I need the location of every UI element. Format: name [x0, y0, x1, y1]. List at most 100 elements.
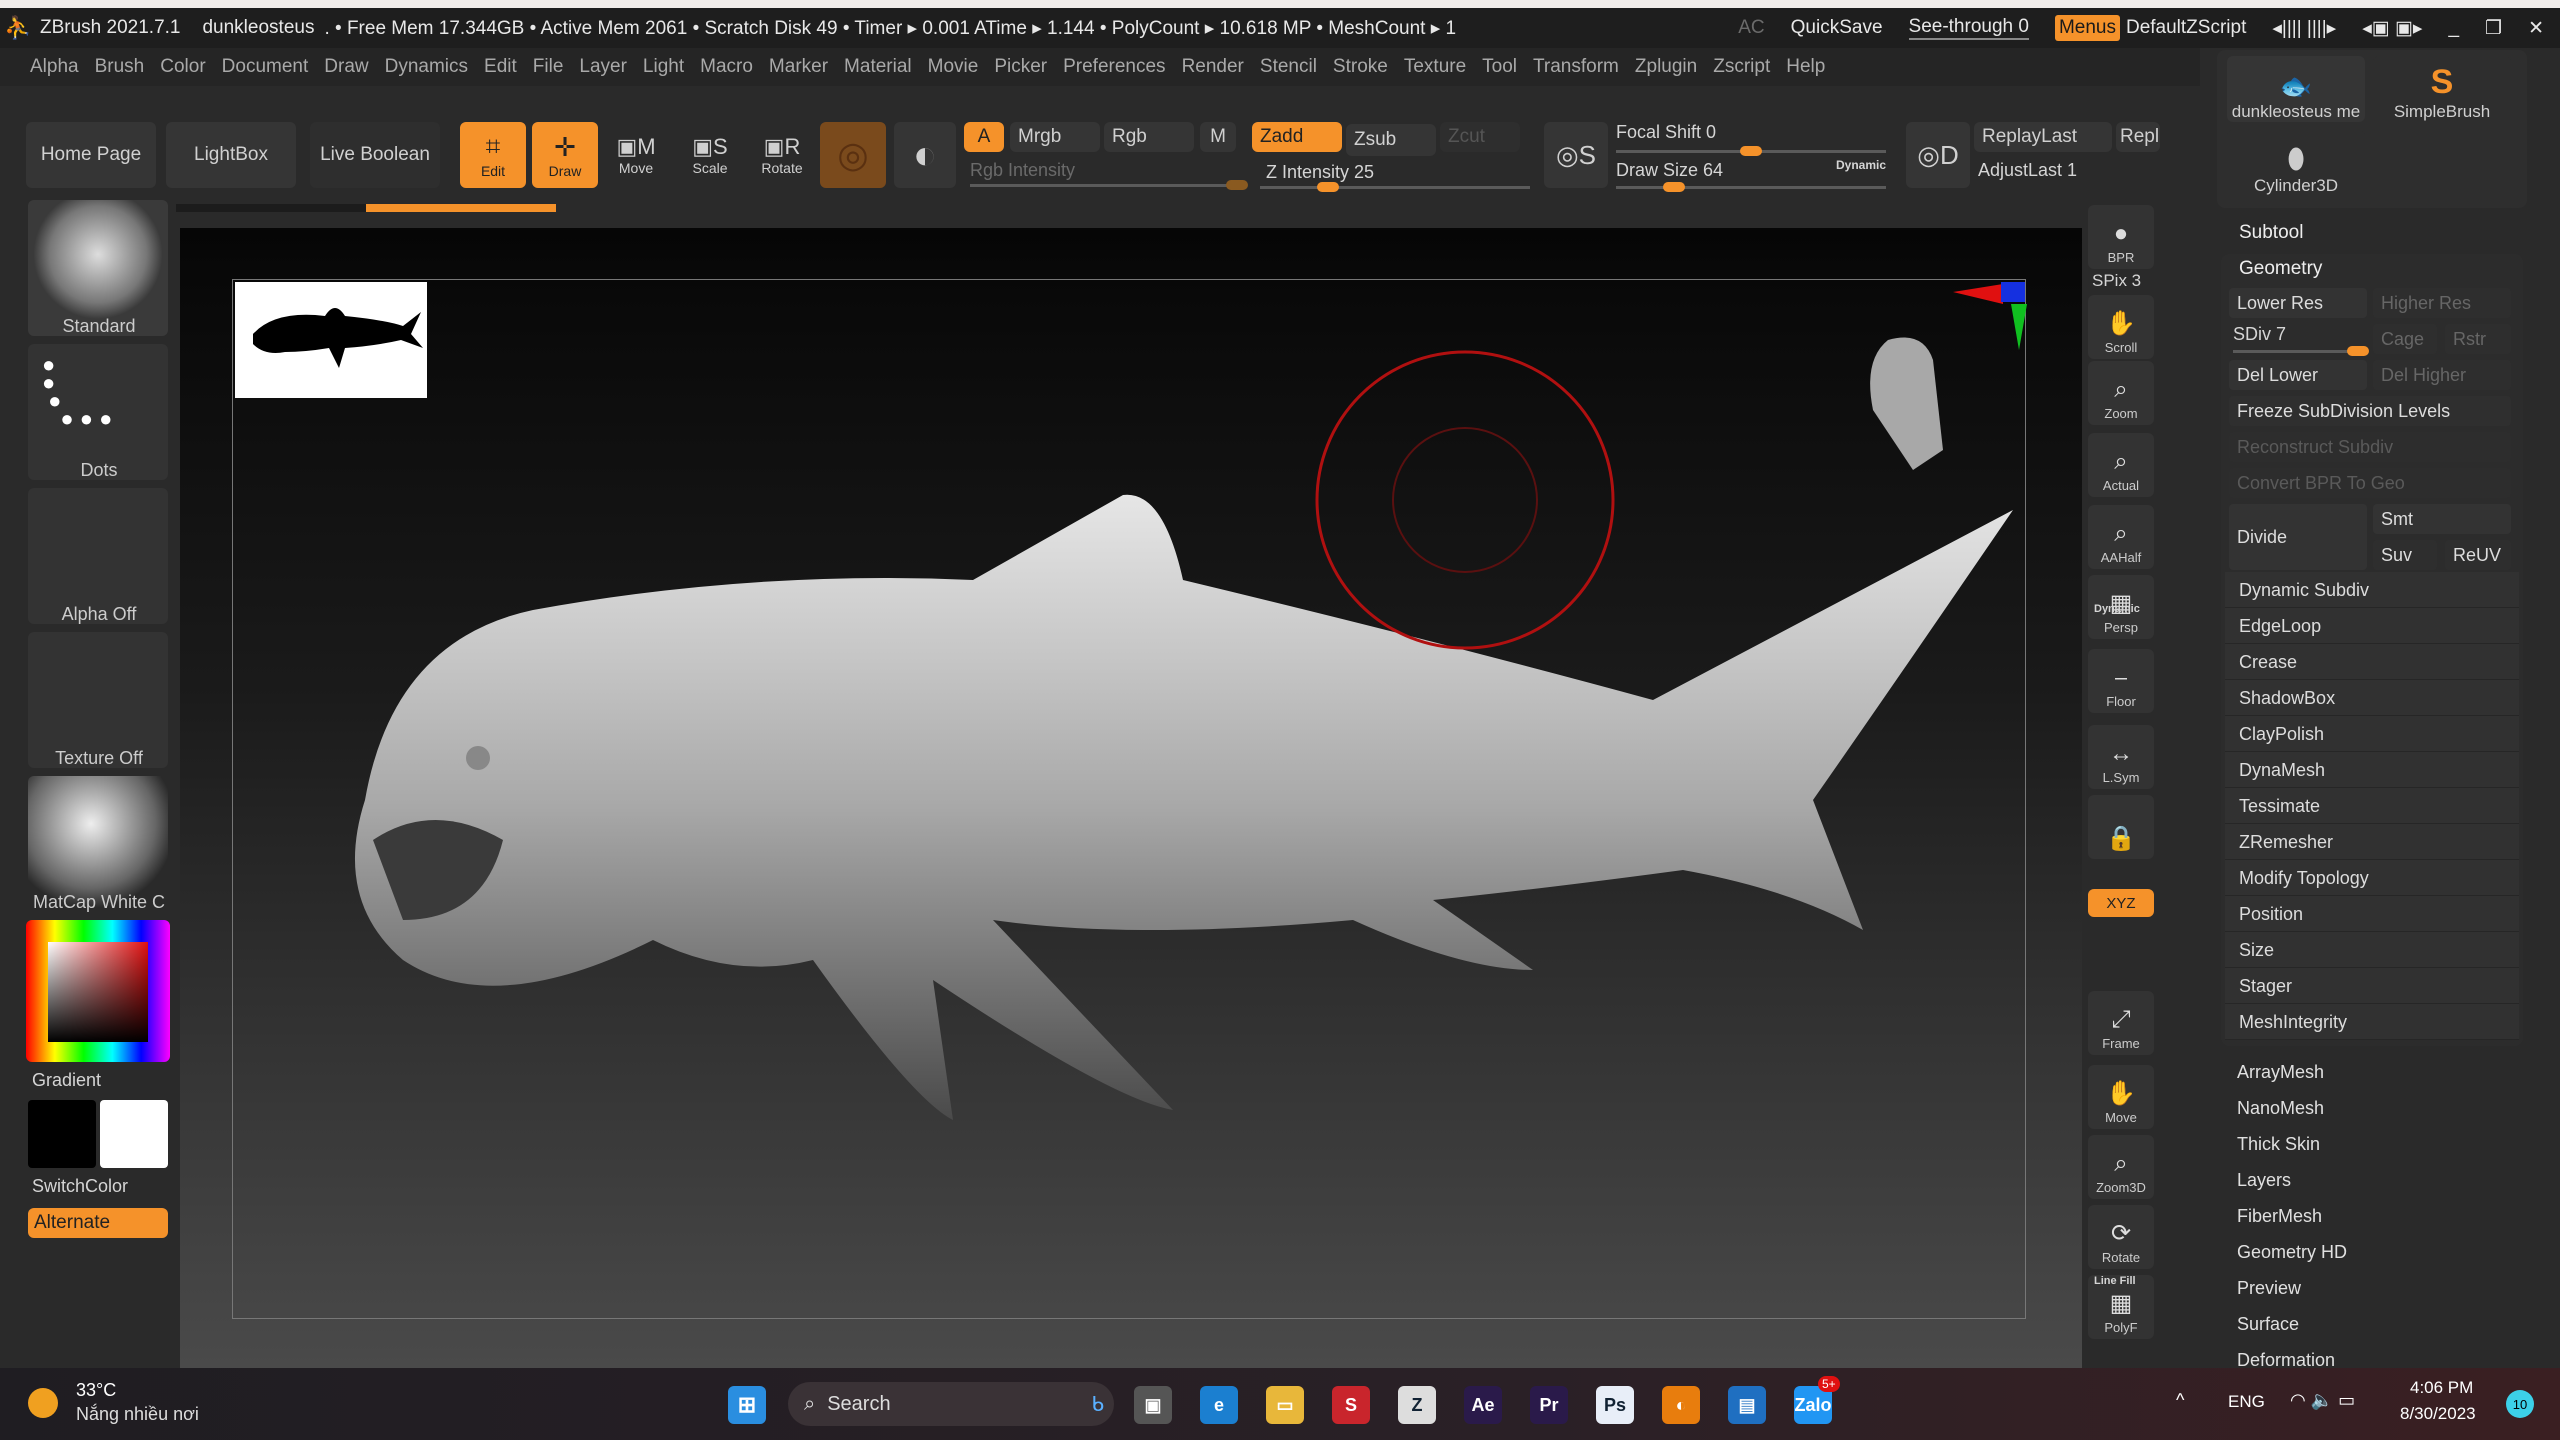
- menu-stroke[interactable]: Stroke: [1327, 51, 1394, 83]
- restore-icon[interactable]: ❐: [2485, 17, 2502, 40]
- zbrush-icon[interactable]: Z: [1398, 1386, 1436, 1424]
- minimize-icon[interactable]: _: [2448, 17, 2459, 39]
- menu-edit[interactable]: Edit: [478, 51, 523, 83]
- lazy-mouse-s-button[interactable]: ◎S: [1544, 122, 1608, 188]
- menu-layer[interactable]: Layer: [573, 51, 633, 83]
- menu-file[interactable]: File: [527, 51, 570, 83]
- view-button-actual[interactable]: ⌕ Actual: [2088, 433, 2154, 497]
- blender-icon[interactable]: ◐: [1662, 1386, 1700, 1424]
- subpalette-surface[interactable]: Surface: [2217, 1306, 2517, 1342]
- subpalette-tessimate[interactable]: Tessimate: [2225, 788, 2519, 824]
- subpalette-modify-topology[interactable]: Modify Topology: [2225, 860, 2519, 896]
- wifi-volume-battery-icon[interactable]: ◠ 🔈 ▭: [2290, 1390, 2355, 1411]
- menus-toggle[interactable]: Menus: [2054, 15, 2120, 41]
- lightbox-button[interactable]: LightBox: [166, 122, 296, 188]
- cage-button[interactable]: Cage: [2373, 324, 2437, 354]
- menu-color[interactable]: Color: [154, 51, 211, 83]
- material-sphere-button[interactable]: ◎: [820, 122, 886, 188]
- weather-icon[interactable]: [28, 1388, 58, 1418]
- replay-all-button[interactable]: Repl: [2116, 122, 2160, 152]
- zadd-button[interactable]: Zadd: [1252, 122, 1342, 152]
- dynamic-toggle[interactable]: Dynamic: [1836, 158, 1886, 172]
- taskbar-search[interactable]: ⌕ Search ᑲ: [788, 1382, 1114, 1426]
- view-button-move[interactable]: ✋ Move: [2088, 1065, 2154, 1129]
- replay-last-button[interactable]: ReplayLast: [1974, 122, 2112, 152]
- edit-button[interactable]: ⌗ Edit: [460, 122, 526, 188]
- sculptris-button[interactable]: ◐: [894, 122, 956, 188]
- view-button-aahalf[interactable]: ⌕ AAHalf: [2088, 505, 2154, 569]
- secondary-color-swatch[interactable]: [28, 1100, 96, 1168]
- window-arrange-icon[interactable]: ◂▣ ▣▸: [2362, 17, 2422, 40]
- view-button-lock[interactable]: 🔒: [2088, 795, 2154, 859]
- alternate-button[interactable]: Alternate: [28, 1208, 168, 1238]
- higher-res-button[interactable]: Higher Res: [2373, 288, 2511, 318]
- view-button-rotate[interactable]: ⟳ Rotate: [2088, 1205, 2154, 1269]
- focal-shift-slider[interactable]: [1616, 146, 1886, 156]
- view-button-lsym[interactable]: ↔ L.Sym: [2088, 725, 2154, 789]
- menu-alpha[interactable]: Alpha: [24, 51, 85, 83]
- view-button-frame[interactable]: ⤢ Frame: [2088, 991, 2154, 1055]
- show-hidden-icons[interactable]: ^: [2176, 1390, 2184, 1411]
- z-intensity-slider[interactable]: [1260, 182, 1530, 192]
- language-indicator[interactable]: ENG: [2228, 1392, 2265, 1412]
- subpalette-edgeloop[interactable]: EdgeLoop: [2225, 608, 2519, 644]
- menu-macro[interactable]: Macro: [694, 51, 759, 83]
- ac-button[interactable]: AC: [1738, 17, 1764, 39]
- subpalette-fibermesh[interactable]: FiberMesh: [2217, 1198, 2517, 1234]
- menu-stencil[interactable]: Stencil: [1254, 51, 1323, 83]
- gradient-label[interactable]: Gradient: [32, 1070, 101, 1091]
- home-page-button[interactable]: Home Page: [26, 122, 156, 188]
- subpalette-position[interactable]: Position: [2225, 896, 2519, 932]
- xyz-rotate-toggle[interactable]: XYZ: [2088, 889, 2154, 917]
- file-explorer-icon[interactable]: ▭: [1266, 1386, 1304, 1424]
- premiere-icon[interactable]: Pr: [1530, 1386, 1568, 1424]
- dunkleosteus-model[interactable]: [233, 280, 2027, 1320]
- weather-temp[interactable]: 33°C: [76, 1380, 116, 1401]
- edge-icon[interactable]: e: [1200, 1386, 1238, 1424]
- subpalette-shadowbox[interactable]: ShadowBox: [2225, 680, 2519, 716]
- menu-tool[interactable]: Tool: [1476, 51, 1523, 83]
- notification-badge[interactable]: 10: [2506, 1390, 2534, 1418]
- menu-zplugin[interactable]: Zplugin: [1629, 51, 1703, 83]
- view-button-scroll[interactable]: ✋ Scroll: [2088, 295, 2154, 359]
- lazy-mouse-d-button[interactable]: ◎D: [1906, 122, 1970, 188]
- menu-texture[interactable]: Texture: [1398, 51, 1472, 83]
- color-picker[interactable]: [26, 920, 170, 1062]
- menu-render[interactable]: Render: [1176, 51, 1250, 83]
- menu-draw[interactable]: Draw: [318, 51, 374, 83]
- del-higher-button[interactable]: Del Higher: [2373, 360, 2511, 390]
- layout-arrows-icon[interactable]: ◂|||| ||||▸: [2272, 17, 2336, 40]
- a-button[interactable]: A: [964, 122, 1004, 152]
- spix-slider[interactable]: SPix 3: [2092, 271, 2141, 291]
- reconstruct-subdiv-button[interactable]: Reconstruct Subdiv: [2229, 432, 2511, 462]
- weather-desc[interactable]: Nắng nhiều nơi: [76, 1404, 199, 1425]
- tool-simplebrush[interactable]: S SimpleBrush: [2373, 56, 2511, 122]
- convert-bpr-button[interactable]: Convert BPR To Geo: [2229, 468, 2511, 498]
- subpalette-dynamic-subdiv[interactable]: Dynamic Subdiv: [2225, 572, 2519, 608]
- subpalette-claypolish[interactable]: ClayPolish: [2225, 716, 2519, 752]
- menu-material[interactable]: Material: [838, 51, 918, 83]
- clock-time[interactable]: 4:06 PM: [2410, 1378, 2473, 1398]
- reuv-toggle[interactable]: ReUV: [2445, 540, 2511, 570]
- move-button[interactable]: ▣M Move: [606, 122, 666, 188]
- draw-size-slider[interactable]: [1616, 182, 1886, 192]
- draw-button[interactable]: ✛ Draw: [532, 122, 598, 188]
- zsub-button[interactable]: Zsub: [1346, 124, 1436, 156]
- freeze-subdivision-button[interactable]: Freeze SubDivision Levels: [2229, 396, 2511, 426]
- subpalette-geometry-hd[interactable]: Geometry HD: [2217, 1234, 2517, 1270]
- del-lower-button[interactable]: Del Lower: [2229, 360, 2367, 390]
- menu-zscript[interactable]: Zscript: [1707, 51, 1776, 83]
- subpalette-stager[interactable]: Stager: [2225, 968, 2519, 1004]
- subpalette-arraymesh[interactable]: ArrayMesh: [2217, 1054, 2517, 1090]
- lower-res-button[interactable]: Lower Res: [2229, 288, 2367, 318]
- color-square[interactable]: [48, 942, 148, 1042]
- view-button-zoom3d[interactable]: ⌕ Zoom3D: [2088, 1135, 2154, 1199]
- default-zscript-button[interactable]: DefaultZScript: [2126, 17, 2246, 39]
- scale-button[interactable]: ▣S Scale: [680, 122, 740, 188]
- view-button-zoom[interactable]: ⌕ Zoom: [2088, 361, 2154, 425]
- switch-color-button[interactable]: SwitchColor: [32, 1176, 128, 1197]
- subpalette-nanomesh[interactable]: NanoMesh: [2217, 1090, 2517, 1126]
- subpalette-meshintegrity[interactable]: MeshIntegrity: [2225, 1004, 2519, 1040]
- live-boolean-button[interactable]: Live Boolean: [310, 122, 440, 188]
- close-icon[interactable]: ✕: [2528, 17, 2544, 40]
